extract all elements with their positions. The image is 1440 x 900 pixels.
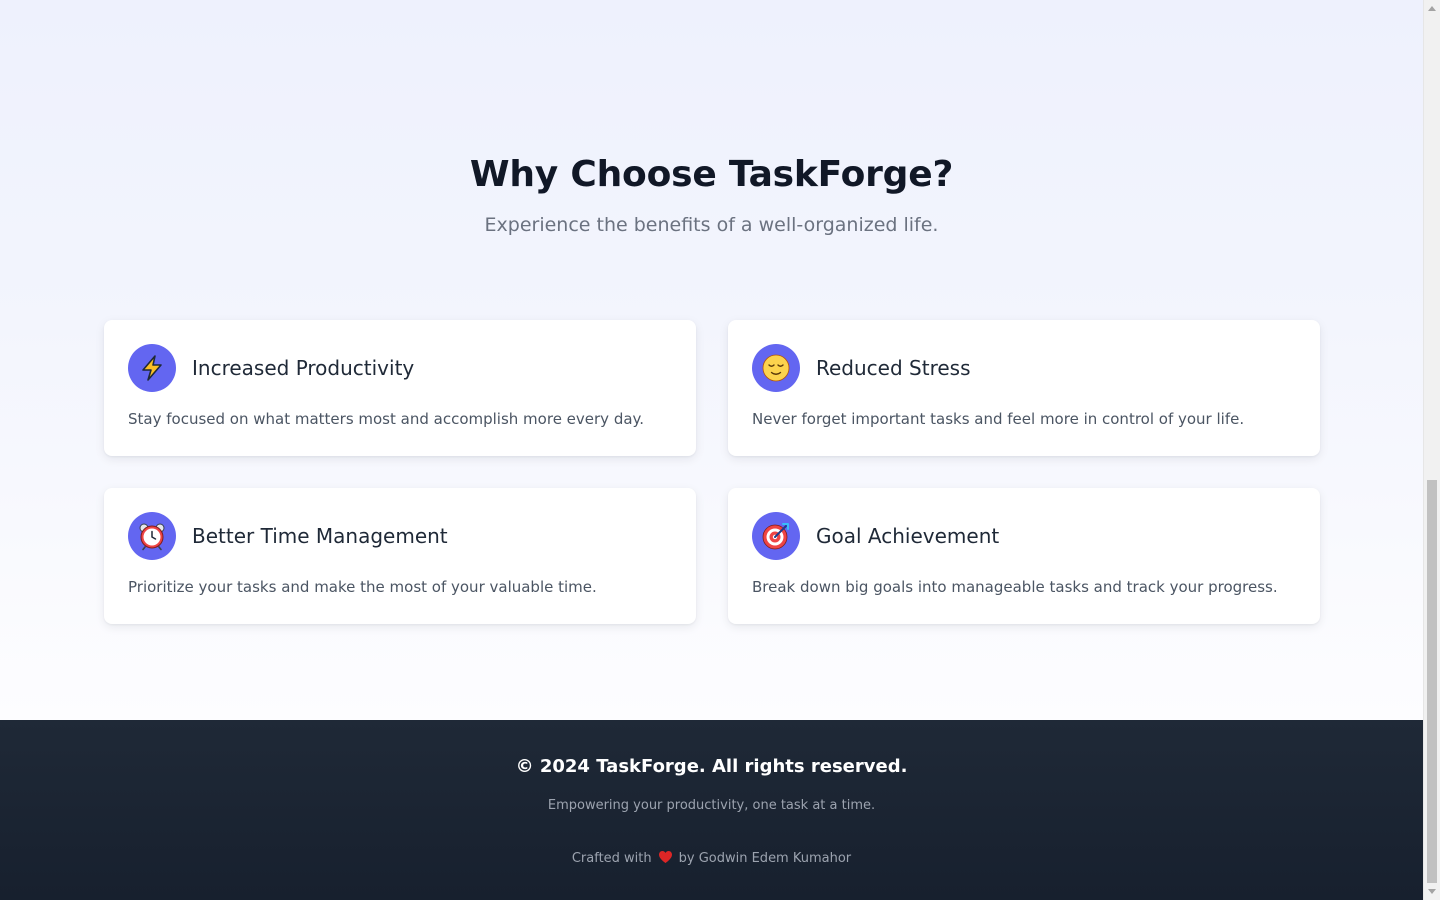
- credit-prefix: Crafted with: [571, 851, 652, 866]
- scrollbar-thumb[interactable]: [1427, 480, 1437, 883]
- target-icon: [752, 512, 800, 560]
- lightning-icon: [128, 344, 176, 392]
- heart-icon: [658, 850, 673, 868]
- card-text: Never forget important tasks and feel mo…: [752, 410, 1245, 428]
- card-title: Better Time Management: [192, 524, 448, 548]
- vertical-scrollbar[interactable]: [1423, 0, 1440, 900]
- card-text: Stay focused on what matters most and ac…: [128, 410, 645, 428]
- card-title: Reduced Stress: [816, 356, 971, 380]
- alarm-clock-icon: [128, 512, 176, 560]
- relieved-face-icon: [752, 344, 800, 392]
- card-title: Goal Achievement: [816, 524, 1000, 548]
- page: Why Choose TaskForge? Experience the ben…: [0, 0, 1423, 900]
- benefit-card-time-management: Better Time Management Prioritize your t…: [104, 488, 696, 624]
- credit-suffix: by Godwin Edem Kumahor: [678, 851, 852, 866]
- footer-credit: Crafted with by Godwin Edem Kumahor: [0, 850, 1423, 868]
- benefits-section: Why Choose TaskForge? Experience the ben…: [0, 0, 1423, 720]
- site-footer: © 2024 TaskForge. All rights reserved. E…: [0, 720, 1423, 900]
- benefit-card-productivity: Increased Productivity Stay focused on w…: [104, 320, 696, 456]
- card-title: Increased Productivity: [192, 356, 415, 380]
- benefit-card-stress: Reduced Stress Never forget important ta…: [728, 320, 1320, 456]
- scroll-down-arrow-icon[interactable]: [1424, 883, 1440, 900]
- scroll-up-arrow-icon[interactable]: [1424, 0, 1440, 17]
- card-text: Break down big goals into manageable tas…: [752, 578, 1278, 596]
- card-text: Prioritize your tasks and make the most …: [128, 578, 597, 596]
- footer-tagline: Empowering your productivity, one task a…: [547, 798, 876, 813]
- section-title: Why Choose TaskForge?: [469, 154, 954, 195]
- footer-copyright: © 2024 TaskForge. All rights reserved.: [515, 756, 908, 777]
- benefit-card-goals: Goal Achievement Break down big goals in…: [728, 488, 1320, 624]
- section-subtitle: Experience the benefits of a well-organi…: [484, 214, 939, 236]
